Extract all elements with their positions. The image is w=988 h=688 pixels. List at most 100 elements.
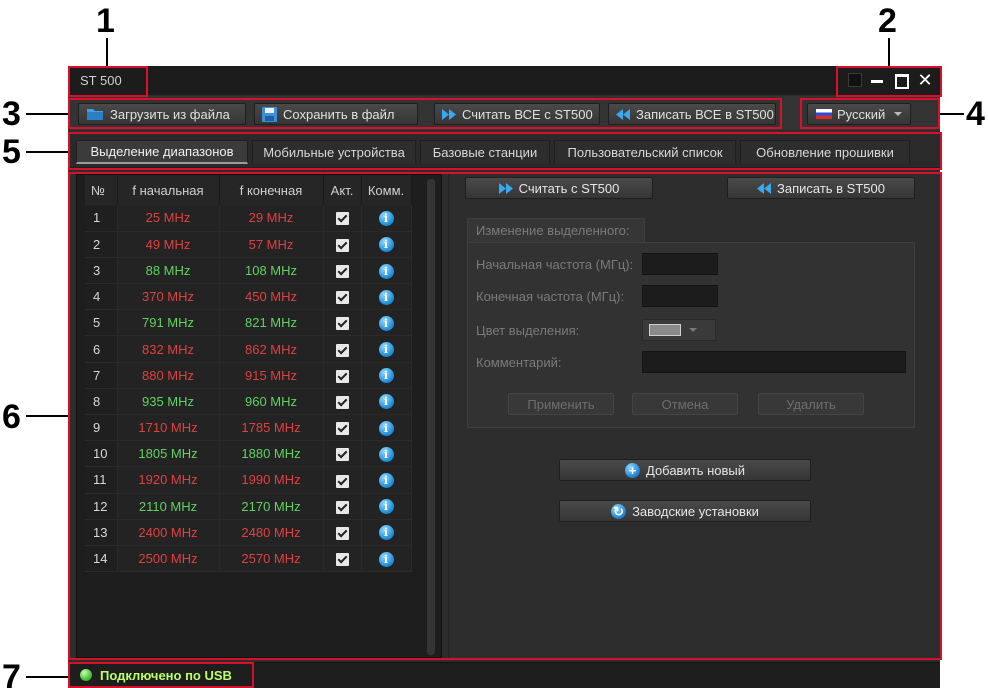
tab-mobile-devices[interactable]: Мобильные устройства (252, 140, 416, 164)
save-to-file-button[interactable]: Сохранить в файл (254, 103, 418, 125)
highlight-color-select[interactable] (642, 319, 716, 341)
tab-base-stations[interactable]: Базовые станции (420, 140, 550, 164)
table-row[interactable]: 14 2500 MHz 2570 MHz i (85, 545, 412, 573)
col-header-number[interactable]: № (85, 175, 118, 205)
active-checkbox[interactable] (335, 553, 349, 567)
active-checkbox[interactable] (335, 265, 349, 278)
active-checkbox[interactable] (335, 500, 349, 514)
window-title: ST 500 (80, 73, 122, 88)
load-from-file-button[interactable]: Загрузить из файла (78, 103, 246, 125)
info-icon[interactable]: i (378, 210, 394, 226)
row-end-frequency: 862 MHz (219, 335, 324, 363)
info-icon[interactable]: i (378, 342, 394, 358)
read-from-device-button[interactable]: Считать с ST500 (465, 177, 653, 199)
folder-icon (87, 109, 103, 120)
active-checkbox[interactable] (335, 474, 349, 488)
row-end-frequency: 2170 MHz (219, 493, 324, 520)
row-comment-cell: i (361, 519, 412, 546)
col-header-active[interactable]: Акт. (323, 175, 362, 205)
row-end-frequency: 57 MHz (219, 231, 324, 258)
col-header-end[interactable]: f конечная (219, 175, 324, 205)
active-checkbox[interactable] (335, 448, 349, 462)
end-frequency-input[interactable] (642, 285, 718, 307)
table-row[interactable]: 10 1805 MHz 1880 MHz i (85, 440, 412, 468)
info-icon[interactable]: i (378, 499, 394, 515)
minimize-icon[interactable] (868, 70, 886, 90)
add-new-button[interactable]: + Добавить новый (559, 459, 811, 481)
table-row[interactable]: 11 1920 MHz 1990 MHz i (85, 466, 412, 494)
info-icon[interactable]: i (378, 289, 394, 305)
row-active-cell (323, 466, 362, 494)
callout-4: 4 (966, 95, 985, 133)
row-comment-cell: i (361, 466, 412, 494)
info-icon[interactable]: i (378, 551, 394, 567)
info-icon[interactable]: i (378, 446, 394, 462)
tab-user-list[interactable]: Пользовательский список (554, 140, 736, 164)
load-from-file-label: Загрузить из файла (110, 106, 230, 122)
info-icon[interactable]: i (378, 368, 394, 384)
write-all-button[interactable]: Записать ВСЕ в ST500 (608, 103, 776, 125)
tab-firmware-update[interactable]: Обновление прошивки (740, 140, 910, 164)
close-icon[interactable]: ✕ (916, 70, 934, 90)
connection-status: Подключено по USB (100, 668, 232, 683)
title-bar[interactable]: ST 500 ✕ (68, 66, 940, 95)
table-row[interactable]: 6 832 MHz 862 MHz i (85, 335, 412, 363)
info-icon[interactable]: i (378, 315, 394, 331)
table-scrollbar[interactable] (427, 179, 435, 655)
info-icon[interactable]: i (378, 525, 394, 541)
active-checkbox[interactable] (335, 526, 349, 540)
active-checkbox[interactable] (335, 238, 349, 252)
table-row[interactable]: 3 88 MHz 108 MHz i (85, 257, 412, 285)
table-row[interactable]: 9 1710 MHz 1785 MHz i (85, 414, 412, 442)
status-led-icon (80, 669, 92, 681)
write-to-device-button[interactable]: Записать в ST500 (727, 177, 915, 199)
row-start-frequency: 791 MHz (117, 309, 220, 337)
info-icon[interactable]: i (378, 263, 394, 279)
active-checkbox[interactable] (335, 317, 349, 331)
col-header-comment[interactable]: Комм. (361, 175, 412, 205)
row-end-frequency: 915 MHz (219, 362, 324, 389)
active-checkbox[interactable] (335, 291, 349, 305)
active-checkbox[interactable] (335, 212, 349, 226)
table-row[interactable]: 8 935 MHz 960 MHz i (85, 388, 412, 416)
active-checkbox[interactable] (335, 343, 349, 357)
row-comment-cell: i (361, 335, 412, 363)
active-checkbox[interactable] (335, 395, 349, 409)
row-number: 11 (85, 466, 118, 494)
table-row[interactable]: 4 370 MHz 450 MHz i (85, 283, 412, 311)
info-icon[interactable]: i (378, 420, 394, 436)
active-checkbox[interactable] (335, 422, 349, 436)
write-to-device-label: Записать в ST500 (777, 180, 885, 196)
rewind-icon (616, 108, 630, 120)
delete-button[interactable]: Удалить (758, 393, 864, 415)
tab-range-highlight[interactable]: Выделение диапазонов (76, 140, 248, 164)
info-icon[interactable]: i (378, 237, 394, 253)
highlight-color-label: Цвет выделения: (476, 323, 580, 338)
row-end-frequency: 1785 MHz (219, 414, 324, 442)
table-row[interactable]: 1 25 MHz 29 MHz i (85, 205, 412, 232)
maximize-icon[interactable] (892, 70, 910, 90)
row-start-frequency: 880 MHz (117, 362, 220, 389)
start-frequency-input[interactable] (642, 253, 718, 275)
info-icon[interactable]: i (378, 394, 394, 410)
col-header-start[interactable]: f начальная (117, 175, 220, 205)
row-number: 4 (85, 283, 118, 311)
table-row[interactable]: 12 2110 MHz 2170 MHz i (85, 493, 412, 520)
callout-6: 6 (2, 398, 21, 436)
factory-settings-button[interactable]: ↻ Заводские установки (559, 500, 811, 522)
row-comment-cell: i (361, 283, 412, 311)
table-row[interactable]: 13 2400 MHz 2480 MHz i (85, 519, 412, 546)
language-select[interactable]: Русский (807, 103, 911, 125)
table-row[interactable]: 2 49 MHz 57 MHz i (85, 231, 412, 258)
comment-input[interactable] (642, 351, 906, 373)
row-start-frequency: 1805 MHz (117, 440, 220, 468)
read-all-button[interactable]: Считать ВСЕ с ST500 (434, 103, 600, 125)
info-icon[interactable]: i (378, 473, 394, 488)
row-number: 14 (85, 545, 118, 573)
apply-button[interactable]: Применить (508, 393, 614, 415)
row-end-frequency: 2480 MHz (219, 519, 324, 546)
active-checkbox[interactable] (335, 369, 349, 383)
table-row[interactable]: 5 791 MHz 821 MHz i (85, 309, 412, 337)
cancel-button[interactable]: Отмена (632, 393, 738, 415)
table-row[interactable]: 7 880 MHz 915 MHz i (85, 362, 412, 389)
